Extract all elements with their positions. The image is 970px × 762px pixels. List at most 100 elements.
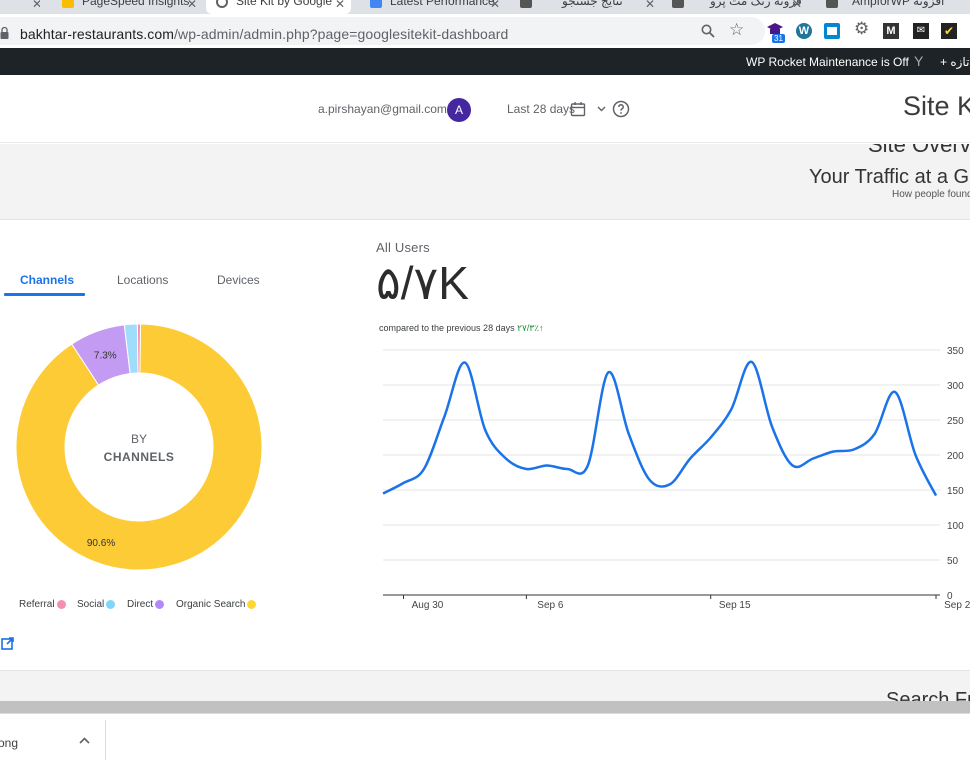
url-domain: bakhtar-restaurants.com	[20, 26, 175, 42]
site-overview-title: Site Overview	[868, 144, 970, 157]
legend-label: Referral	[19, 599, 55, 610]
close-icon[interactable]: ✕	[490, 0, 500, 11]
tab-close-icon[interactable]: ✕	[30, 0, 40, 14]
tab-rankmath[interactable]: افزونه رنک مث پرو ✕	[672, 0, 802, 14]
y-tick-label: 100	[947, 521, 964, 532]
horizontal-scrollbar[interactable]	[0, 701, 970, 713]
chevron-down-icon[interactable]	[597, 106, 606, 112]
wordpress-favicon-icon	[216, 0, 228, 8]
y-tick-label: 250	[947, 416, 964, 427]
download-item-name[interactable]: ong	[0, 736, 18, 750]
close-icon[interactable]: ✕	[335, 0, 345, 11]
tab-latest-performance[interactable]: Latest Performance ✕	[370, 0, 500, 14]
extension-badge: 31	[772, 34, 785, 43]
date-range-selector[interactable]: Last 28 days	[507, 102, 575, 116]
y-tick-label: 300	[947, 381, 964, 392]
tab-site-kit[interactable]: Site Kit by Google ✕	[206, 0, 351, 14]
wp-admin-bar: WP Rocket Maintenance is Off Y + تازه	[0, 48, 970, 75]
close-icon[interactable]: ✕	[645, 0, 655, 11]
close-icon[interactable]: ✕	[187, 0, 197, 11]
download-shelf: ong	[0, 713, 970, 762]
chevron-up-icon[interactable]	[79, 737, 90, 744]
bookmark-star-icon[interactable]: ☆	[729, 20, 744, 40]
tab-devices[interactable]: Devices	[217, 273, 260, 287]
mail-extension-icon[interactable]: ✉	[913, 23, 929, 39]
google-favicon-icon	[370, 0, 382, 8]
active-tab-indicator	[4, 293, 85, 296]
window-extension-icon[interactable]	[824, 23, 840, 39]
legend-dot	[155, 599, 165, 609]
new-content-menu[interactable]: + تازه	[940, 55, 969, 69]
gear-extension-icon[interactable]: ⚙	[854, 19, 869, 39]
x-tick-label: Sep 6	[537, 600, 564, 611]
lock-icon	[0, 27, 9, 39]
arrow-up-icon: ↑	[538, 323, 544, 333]
browser-tab-strip: ✕ PageSpeed Insights ✕ Site Kit by Googl…	[0, 0, 970, 14]
legend-label: Direct	[127, 599, 154, 610]
x-tick-label: Aug 30	[412, 600, 444, 611]
y-tick-label: 150	[947, 486, 964, 497]
traffic-subtitle: How people found your site	[892, 189, 970, 200]
maintenance-status[interactable]: Maintenance is Off	[809, 55, 909, 69]
legend-dot	[56, 599, 66, 609]
help-icon[interactable]	[612, 100, 630, 118]
m-extension-icon[interactable]: M	[883, 23, 899, 39]
site-kit-logo: Site Kit	[903, 91, 970, 121]
tab-label: Latest Performance	[390, 0, 495, 8]
wp-rocket-menu[interactable]: WP Rocket	[746, 55, 806, 69]
legend-item-organic-search[interactable]: Organic Search	[176, 599, 257, 610]
tab-pagespeed[interactable]: PageSpeed Insights ✕	[62, 0, 197, 14]
site-favicon-icon	[826, 0, 838, 8]
zoom-icon[interactable]	[701, 24, 715, 38]
y-tick-label: 350	[947, 346, 964, 357]
x-tick-label: Sep 24	[944, 600, 970, 611]
tab-label: AmpforWP افزونه	[852, 0, 945, 8]
avatar[interactable]: A	[447, 98, 471, 122]
url-text: bakhtar-restaurants.com/wp-admin/admin.p…	[20, 26, 508, 42]
tab-channels[interactable]: Channels	[20, 273, 74, 287]
overview-header-band: Site Overview Your Traffic at a Glance H…	[0, 144, 970, 220]
check-extension-icon[interactable]: ✔	[941, 23, 957, 39]
tab-label: Site Kit by Google	[236, 0, 333, 8]
calendar-icon[interactable]	[570, 101, 586, 117]
compare-text: compared to the previous 28 days	[379, 323, 515, 333]
donut-slice-referral[interactable]	[136, 323, 141, 374]
omnibox[interactable]: bakhtar-restaurants.com/wp-admin/admin.p…	[0, 17, 765, 45]
tab-ampforwp[interactable]: AmpforWP افزونه	[826, 0, 970, 14]
legend-dot	[106, 599, 116, 609]
search-funnel-band: Search Funnel	[0, 670, 970, 701]
tab-label: نتایج جستجو	[562, 0, 623, 8]
metric-value: ۵/۷K	[376, 257, 469, 309]
external-link-icon[interactable]	[1, 637, 14, 650]
legend-dot	[247, 599, 257, 609]
users-line-chart[interactable]: 050100150200250300350 Aug 30 Sep 6 Sep 15 S…	[370, 340, 970, 615]
url-path: /wp-admin/admin.php?page=googlesitekit-d…	[174, 26, 509, 42]
legend-item-social[interactable]: Social	[77, 599, 116, 610]
donut-data-label: 90.6%	[87, 538, 115, 549]
site-favicon-icon	[672, 0, 684, 8]
channels-donut-chart[interactable]: 90.6% 7.3% BY CHANNELS	[0, 310, 280, 585]
close-icon[interactable]: ✕	[792, 0, 802, 11]
y-tick-label: 200	[947, 451, 964, 462]
shelf-divider	[105, 720, 106, 760]
tab-label: افزونه رنک مث پرو	[710, 0, 802, 8]
account-email[interactable]: a.pirshayan@gmail.com	[318, 102, 447, 116]
x-tick-label: Sep 15	[719, 600, 751, 611]
address-bar: bakhtar-restaurants.com/wp-admin/admin.p…	[0, 14, 970, 48]
legend-item-direct[interactable]: Direct	[127, 599, 165, 610]
search-funnel-title: Search Funnel	[886, 689, 970, 701]
legend-label: Organic Search	[176, 599, 246, 610]
legend-item-referral[interactable]: Referral	[19, 599, 66, 610]
extension-cap-icon[interactable]: 31	[766, 22, 786, 43]
traffic-title: Your Traffic at a Glance	[809, 166, 970, 188]
legend-label: Social	[77, 599, 105, 610]
change-value: ۲۷/۳٪	[517, 323, 539, 333]
wordpress-extension-icon[interactable]: W	[796, 23, 812, 39]
tab-locations[interactable]: Locations	[117, 273, 168, 287]
tab-search-results[interactable]: نتایج جستجو ✕	[520, 0, 655, 14]
users-series-line	[382, 360, 938, 497]
tab-label: PageSpeed Insights	[82, 0, 190, 8]
yoast-icon[interactable]: Y	[914, 53, 923, 69]
donut-center-label-bottom: CHANNELS	[104, 450, 175, 464]
site-favicon-icon	[520, 0, 532, 8]
